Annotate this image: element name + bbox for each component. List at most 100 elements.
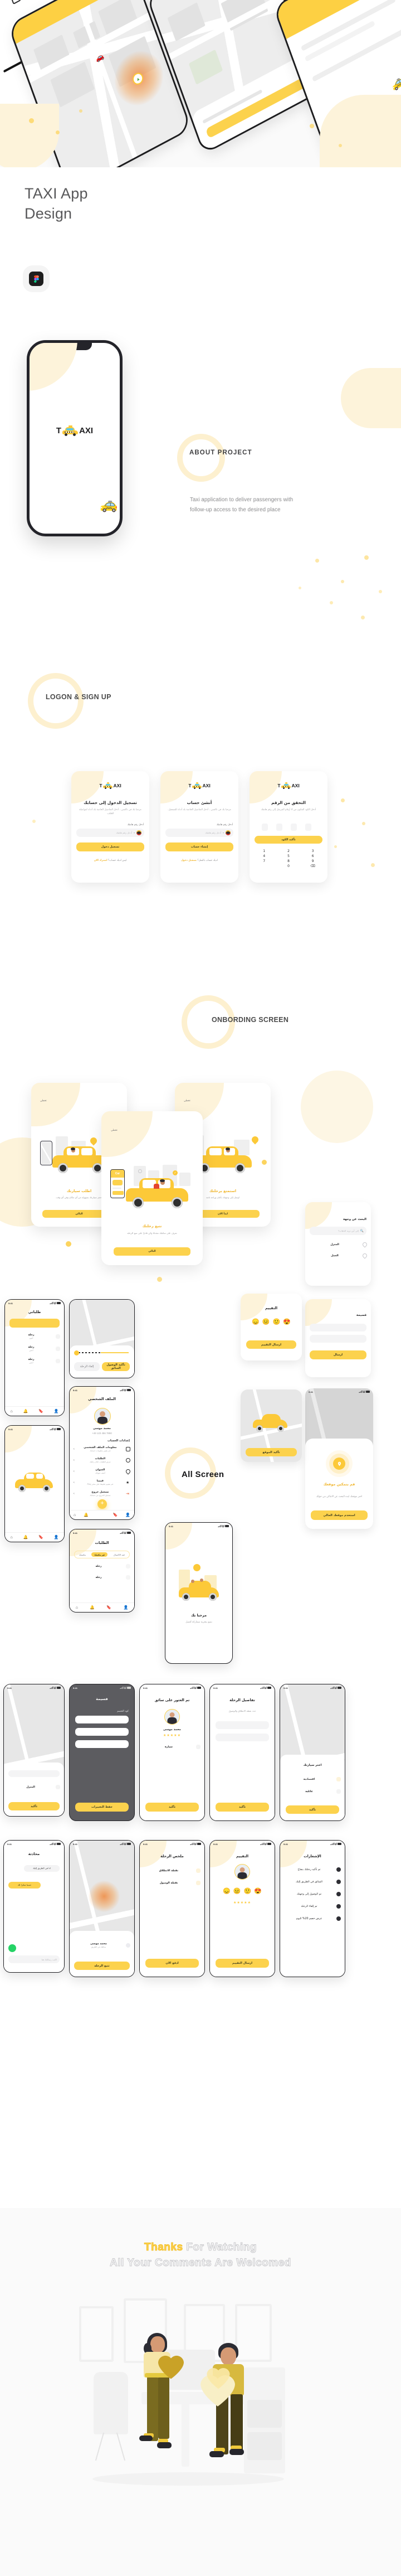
user-icon[interactable]: 👤 <box>54 1535 59 1539</box>
key-5[interactable]: 5 <box>277 854 300 858</box>
emoji-love-icon[interactable]: 😍 <box>283 1318 291 1325</box>
verify-button[interactable]: تأكيد الكود <box>255 836 322 844</box>
otp-digit[interactable] <box>276 824 282 831</box>
call-icon[interactable] <box>8 1944 16 1952</box>
list-item[interactable]: العمل <box>309 1251 368 1260</box>
track-button[interactable]: تتبع الرحلة <box>74 1962 130 1970</box>
otp-digit[interactable] <box>262 824 268 831</box>
emoji-happy-icon[interactable]: 🙂 <box>273 1318 281 1325</box>
order-filter-tabs[interactable]: قيد الاكتمال غير مكتملة مكتملة <box>74 1551 130 1558</box>
emoji-rating-row[interactable]: 😞 😐 🙂 😍 <box>210 1887 275 1895</box>
add-button[interactable]: + <box>97 1499 107 1509</box>
cancel-trip-button[interactable]: إلغاء الرحلة <box>74 1362 100 1371</box>
list-item[interactable]: تم تأكيد رحلتك بنجاح <box>284 1865 341 1874</box>
confirm-button[interactable]: تأكيد <box>286 1805 339 1814</box>
avatar[interactable] <box>94 1408 111 1425</box>
list-item[interactable]: السائق في الطريق إليك <box>284 1877 341 1886</box>
key-9[interactable]: 9 <box>301 859 324 863</box>
bell-icon[interactable]: 🔔 <box>23 1409 28 1413</box>
otp-digit[interactable] <box>291 824 297 831</box>
list-item[interactable]: رحلة اليوم <box>9 1332 60 1341</box>
code-input-2[interactable] <box>75 1728 129 1736</box>
code-input[interactable] <box>310 1324 366 1331</box>
list-item[interactable]: رحلة أمس <box>9 1357 60 1366</box>
sign-in-button[interactable]: تسجيل دخول <box>76 842 144 851</box>
emoji-sad-icon[interactable]: 😞 <box>223 1887 231 1895</box>
bookmark-icon[interactable]: 🔖 <box>38 1535 43 1539</box>
chevron-down-icon[interactable]: ▾ <box>134 831 135 834</box>
confirm-location-button[interactable]: تأكيد الموقع <box>246 1448 297 1456</box>
pickup-input[interactable] <box>216 1721 269 1729</box>
save-changes-button[interactable]: حفظ التغييرات <box>75 1803 129 1812</box>
confirm-driver-button[interactable]: تأكيد <box>145 1803 199 1812</box>
user-icon[interactable]: 👤 <box>124 1605 129 1610</box>
submit-rating-button[interactable]: ارسال التقييم <box>216 1959 269 1968</box>
user-icon[interactable]: 👤 <box>54 1409 59 1413</box>
list-item[interactable]: تم إلغاء الرحلة <box>284 1902 341 1911</box>
code-input[interactable] <box>75 1716 129 1723</box>
chat-input[interactable]: اكتب رسالتك هنا <box>8 1955 60 1963</box>
emoji-sad-icon[interactable]: 😞 <box>252 1318 260 1325</box>
tab-incomplete[interactable]: غير مكتملة <box>91 1552 108 1557</box>
home-icon[interactable]: ⌂ <box>10 1536 12 1539</box>
bottom-tab-bar[interactable]: ⌂ 🔔 🔖 👤 <box>70 1602 134 1612</box>
home-icon[interactable]: ⌂ <box>76 1606 78 1610</box>
key-4[interactable]: 4 <box>253 854 276 858</box>
list-item[interactable]: رحلة أمس <box>9 1344 60 1353</box>
key-2[interactable]: 2 <box>277 849 300 853</box>
tab-in-progress[interactable]: قيد الاكتمال <box>114 1553 125 1556</box>
list-item[interactable]: تم الوصول إلى وجهتك <box>284 1890 341 1899</box>
emoji-neutral-icon[interactable]: 😐 <box>233 1887 241 1895</box>
search-input[interactable]: 🔍 إلى أين تريد الذهاب؟ <box>310 1227 366 1235</box>
tab-complete[interactable]: مكتملة <box>79 1553 86 1556</box>
list-item[interactable]: عرض خصم 20% اليوم <box>284 1914 341 1923</box>
emoji-rating-row[interactable]: 😞 😐 🙂 😍 <box>241 1318 302 1325</box>
pay-button[interactable]: ادفع الان <box>145 1959 199 1968</box>
list-item[interactable]: المنزل <box>309 1240 368 1249</box>
use-current-location-button[interactable]: استخدم موقعك الحالي <box>311 1510 368 1520</box>
bottom-tab-bar[interactable]: ⌂ 🔔 🔖 👤 <box>5 1406 64 1416</box>
dropoff-input[interactable] <box>216 1734 269 1741</box>
list-item[interactable]: اقتصادية <box>284 1775 341 1784</box>
signup-link[interactable]: اشترك الان <box>94 859 107 862</box>
signin-link[interactable]: تسجيل دخول <box>181 859 197 862</box>
key-3[interactable]: 3 <box>301 849 324 853</box>
bell-icon[interactable]: 🔔 <box>90 1605 95 1610</box>
list-item[interactable]: عائلية <box>284 1787 341 1796</box>
send-button[interactable]: ارسال <box>310 1350 366 1359</box>
list-item[interactable]: رحلة <box>74 1573 130 1582</box>
phone-input[interactable]: ▾ أدخل رقم هاتفك <box>165 829 233 837</box>
bookmark-icon[interactable]: 🔖 <box>38 1409 43 1413</box>
bookmark-icon[interactable]: 🔖 <box>113 1513 118 1517</box>
phone-input[interactable]: ▾ أدخل رقم هاتفك <box>76 829 144 837</box>
emoji-happy-icon[interactable]: 🙂 <box>244 1887 252 1895</box>
key-backspace[interactable]: ⌫ <box>301 864 324 868</box>
list-item[interactable]: ★ قيمنا قم بتقييم تطبيقنا على متجر Play … <box>74 1478 130 1487</box>
country-flag-icon[interactable] <box>136 830 141 835</box>
key-8[interactable]: 8 <box>277 859 300 863</box>
key-6[interactable]: 6 <box>301 854 324 858</box>
emoji-neutral-icon[interactable]: 😐 <box>262 1318 270 1325</box>
list-item[interactable]: رحلة <box>74 1562 130 1571</box>
confirm-button[interactable]: تأكيد <box>216 1803 269 1812</box>
user-icon[interactable]: 👤 <box>125 1513 130 1517</box>
confirm-button[interactable]: تأكيد <box>8 1802 60 1810</box>
bell-icon[interactable]: 🔔 <box>23 1535 28 1539</box>
skip-button[interactable]: تخطي <box>184 1100 190 1102</box>
list-item[interactable]: الطلبات عرض الطلبات خلال رحلتك ‹ <box>74 1456 130 1465</box>
sign-up-button[interactable]: إنشاء حساب <box>165 842 233 851</box>
code-input-3[interactable] <box>75 1740 129 1748</box>
key-7[interactable]: 7 <box>253 859 276 863</box>
tab-pill-active[interactable] <box>9 1319 60 1328</box>
numeric-keypad[interactable]: 1 2 3 4 5 6 7 8 9 0 ⌫ <box>253 849 324 868</box>
emoji-love-icon[interactable]: 😍 <box>254 1887 262 1895</box>
skip-button[interactable]: تخطي <box>40 1100 47 1102</box>
home-icon[interactable]: ⌂ <box>10 1410 12 1413</box>
list-item[interactable]: ⇥ تسجيل خروج تسجيل الخروج من حسابك ‹ <box>74 1489 130 1498</box>
country-flag-icon[interactable] <box>226 830 231 835</box>
otp-digit[interactable] <box>305 824 311 831</box>
rating-stars[interactable]: ★★★★★ <box>210 1901 275 1905</box>
bookmark-icon[interactable]: 🔖 <box>106 1605 111 1610</box>
confirm-driver-button[interactable]: تأكيد الوصول السائق <box>102 1362 130 1371</box>
code-input-2[interactable] <box>310 1335 366 1343</box>
